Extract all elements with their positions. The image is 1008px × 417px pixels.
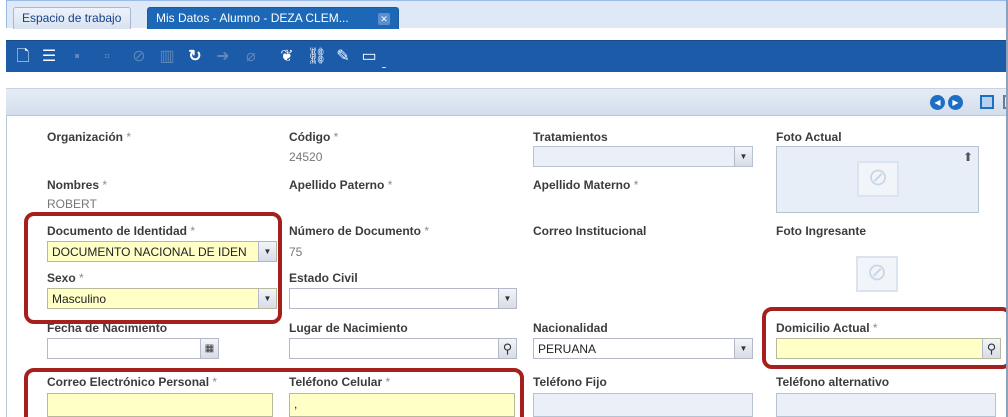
lugar-nacimiento-field[interactable]: ⚲ [289,338,517,359]
no-photo-icon: ⊘ [856,256,898,292]
estado-civil-label: Estado Civil [289,271,358,285]
close-icon[interactable]: ✕ [378,13,390,25]
foto-actual-image: ⊘ ⬆ [776,146,979,213]
correo-personal-label: Correo Electrónico Personal * [47,375,218,389]
tab-label: Espacio de trabajo [22,11,122,25]
telefono-celular-label: Teléfono Celular * [289,375,391,389]
fecha-nacimiento-field[interactable]: ▦ [47,338,219,359]
panel-icon[interactable]: ▭ [358,46,380,68]
footprints-icon[interactable]: ❦ [276,46,298,68]
tab-label: Mis Datos - Alumno - DEZA CLEM... [156,11,349,25]
edit-form-icon[interactable]: ✎ [332,46,354,68]
fecha-nacimiento-label: Fecha de Nacimiento [47,321,168,335]
numero-documento-label: Número de Documento * [289,224,430,238]
foto-ingresante-label: Foto Ingresante [776,224,867,238]
attach-icon[interactable]: ⌀ [240,46,262,68]
sexo-select[interactable]: Masculino ▼ [47,288,277,309]
documento-identidad-label: Documento de Identidad * [47,224,196,238]
tratamientos-label: Tratamientos [533,130,608,144]
previous-icon[interactable]: ◀ [930,95,945,110]
correo-institucional-label: Correo Institucional [533,224,647,238]
apellido-materno-label: Apellido Materno * [533,178,639,192]
codigo-label: Código * [289,130,339,144]
organizacion-label: Organización * [47,130,132,144]
tab-bar: Espacio de trabajo Mis Datos - Alumno - … [6,0,1008,29]
search-icon[interactable]: ⚲ [982,339,1000,358]
chevron-down-icon[interactable]: ▼ [258,289,276,308]
lugar-nacimiento-label: Lugar de Nacimiento [289,321,408,335]
telefono-alternativo-field[interactable] [776,393,996,417]
tab-espacio-de-trabajo[interactable]: Espacio de trabajo [13,7,131,29]
foto-ingresante-image: ⊘ [776,240,979,310]
telefono-fijo-label: Teléfono Fijo [533,375,607,389]
record-navigation-bar: ◀ ▶ [6,88,1008,116]
nombres-value: ROBERT [47,197,97,211]
nacionalidad-select[interactable]: PERUANA ▼ [533,338,753,359]
codigo-value: 24520 [289,150,323,164]
tab-mis-datos-alumno[interactable]: Mis Datos - Alumno - DEZA CLEM... ✕ [147,7,399,29]
toolbar-separator [382,67,386,68]
next-icon[interactable]: ▶ [948,95,963,110]
apellido-paterno-label: Apellido Paterno * [289,178,393,192]
estado-civil-select[interactable]: ▼ [289,288,517,309]
chevron-down-icon[interactable]: ▼ [258,242,276,261]
search-icon[interactable]: ⚲ [498,339,516,358]
no-photo-icon: ⊘ [857,161,899,197]
upload-icon[interactable]: ⬆ [961,150,975,164]
telefono-fijo-field[interactable] [533,393,753,417]
nombres-label: Nombres * [47,178,108,192]
tratamientos-select[interactable]: ▼ [533,146,753,167]
maximize-icon[interactable] [980,95,994,109]
cancel-icon[interactable]: ⊘ [128,46,150,68]
new-document-icon[interactable]: 🗋 [12,46,34,68]
chevron-down-icon[interactable]: ▼ [498,289,516,308]
chevron-down-icon[interactable]: ▼ [734,339,752,358]
sexo-label: Sexo * [47,271,84,285]
toolbar: 🗋 ☰ ▪ ▫ ⊘ ▥ ↻ ➜ ⌀ ❦ ⛓ ✎ ▭ [6,40,1008,72]
student-data-form: Organización * Código * 24520 Tratamient… [6,116,1008,417]
link-icon[interactable]: ⛓ [306,46,328,68]
list-icon[interactable]: ☰ [38,46,60,68]
trash-icon[interactable]: ▥ [156,46,178,68]
domicilio-actual-field[interactable]: ⚲ [776,338,1001,359]
telefono-celular-field[interactable]: , [289,393,515,417]
refresh-icon[interactable]: ↻ [184,46,206,68]
documento-identidad-select[interactable]: DOCUMENTO NACIONAL DE IDEN ▼ [47,241,277,262]
delete-row-icon[interactable]: ▫ [96,46,118,68]
export-icon[interactable]: ➜ [212,46,234,68]
calendar-icon[interactable]: ▦ [200,339,218,358]
numero-documento-value: 75 [289,245,303,259]
telefono-alternativo-label: Teléfono alternativo [776,375,890,389]
nacionalidad-label: Nacionalidad [533,321,608,335]
foto-actual-label: Foto Actual [776,130,842,144]
chevron-down-icon[interactable]: ▼ [734,147,752,166]
domicilio-actual-label: Domicilio Actual * [776,321,878,335]
save-icon[interactable]: ▪ [66,46,88,68]
correo-personal-field[interactable] [47,393,273,417]
